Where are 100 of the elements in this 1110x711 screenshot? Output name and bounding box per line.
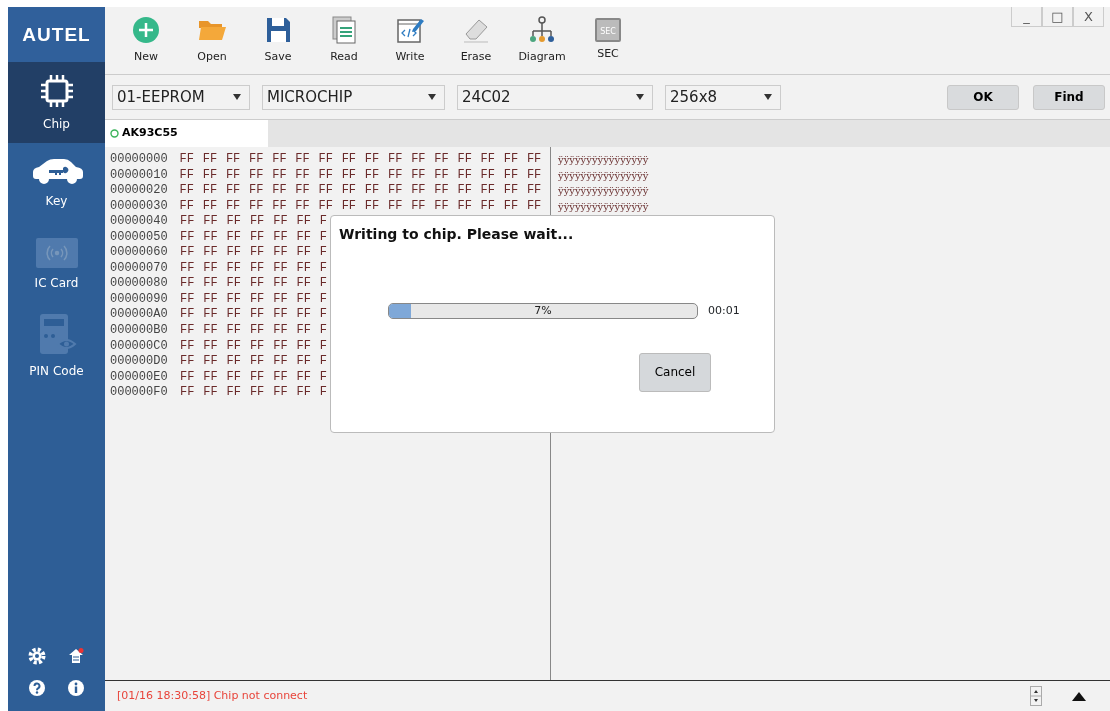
address-text: 000000F0 — [110, 385, 169, 401]
maximize-button[interactable]: □ — [1042, 7, 1073, 27]
hex-byte: FF — [203, 291, 219, 308]
toolbar-button[interactable]: Save — [245, 15, 311, 66]
hex-byte: FF — [387, 167, 404, 184]
hex-byte: FF — [341, 167, 358, 184]
dropdown-field[interactable]: 256x8 — [665, 84, 781, 110]
hex-byte: FF — [180, 338, 196, 355]
hex-byte: FF — [202, 152, 219, 168]
hex-byte: FF — [249, 385, 266, 401]
hex-byte: FF — [318, 152, 334, 168]
spinner-icon[interactable] — [1030, 686, 1042, 706]
hex-byte: FF — [526, 152, 543, 168]
hex-byte: F — [319, 291, 328, 308]
hex-byte: FF — [249, 291, 266, 308]
info-icon[interactable] — [66, 679, 85, 697]
hex-byte: FF — [249, 152, 265, 168]
minimize-button[interactable]: _ — [1011, 7, 1042, 27]
hex-byte: FF — [249, 245, 266, 261]
hex-byte: FF — [318, 198, 334, 215]
ascii-text: ÿÿÿÿÿÿÿÿÿÿÿÿÿÿÿÿ — [558, 184, 650, 199]
hex-byte: FF — [273, 260, 289, 277]
hex-byte: FF — [180, 369, 196, 386]
hex-byte: FF — [434, 198, 450, 215]
toolbar-button[interactable]: Read — [311, 15, 377, 66]
hex-byte: F — [319, 385, 328, 401]
hex-byte: FF — [179, 183, 195, 199]
expand-icon[interactable] — [1072, 691, 1086, 701]
settings-icon[interactable] — [28, 647, 47, 665]
elapsed-time: 00:01 — [708, 303, 740, 319]
hex-byte: FF — [480, 198, 496, 215]
hex-byte: FF — [203, 307, 219, 323]
hex-byte: FF — [226, 291, 242, 308]
hex-byte: FF — [226, 307, 242, 323]
sidebar-item[interactable]: Chip — [8, 62, 105, 143]
hex-byte: FF — [503, 198, 520, 215]
hex-byte: FF — [296, 323, 312, 339]
hex-byte: FF — [364, 167, 381, 184]
hex-byte: FF — [202, 198, 219, 215]
hex-byte: FF — [180, 354, 196, 370]
toolbar-button[interactable]: Erase — [443, 15, 509, 66]
hex-byte: FF — [202, 167, 219, 184]
hex-byte: FF — [273, 338, 289, 355]
hex-byte: F — [319, 214, 328, 230]
hex-byte: FF — [526, 198, 543, 215]
hex-byte: FF — [180, 245, 196, 261]
dropdown-field[interactable]: 24C02 — [457, 84, 653, 110]
hex-byte: FF — [249, 167, 265, 184]
dropdown-field[interactable]: MICROCHIP — [262, 84, 445, 110]
hex-byte: FF — [457, 167, 473, 184]
cancel-button[interactable]: Cancel — [639, 352, 711, 392]
address-text: 00000050 — [110, 229, 169, 246]
action-button[interactable]: Find — [1033, 84, 1105, 110]
hex-byte: FF — [503, 183, 520, 199]
action-button[interactable]: OK — [947, 84, 1019, 110]
hex-byte: FF — [226, 260, 242, 277]
hex-byte: FF — [249, 276, 266, 292]
hex-byte: FF — [179, 198, 195, 215]
hex-byte: FF — [203, 260, 219, 277]
hex-byte: FF — [226, 385, 242, 401]
dropdown-field[interactable]: 01-EEPROM — [112, 84, 250, 110]
close-button[interactable]: X — [1073, 7, 1104, 27]
hex-byte: FF — [249, 323, 266, 339]
address-text: 00000080 — [110, 276, 169, 292]
hex-byte: FF — [295, 183, 311, 199]
help-icon[interactable] — [28, 679, 47, 697]
hex-byte: FF — [249, 354, 266, 370]
address-text: 000000C0 — [110, 338, 169, 355]
hex-byte: FF — [480, 152, 496, 168]
hex-byte: FF — [434, 167, 450, 184]
hex-byte: FF — [226, 323, 242, 339]
hex-byte: FF — [249, 307, 266, 323]
progress-reading: 7% — [533, 304, 553, 319]
hex-byte: FF — [364, 183, 381, 199]
hex-byte: FF — [180, 291, 196, 308]
toolbar-button[interactable]: Write — [377, 15, 443, 66]
address-text: 000000D0 — [110, 354, 169, 370]
hex-byte: FF — [180, 385, 196, 401]
hex-byte: F — [319, 338, 328, 355]
hex-byte: FF — [272, 198, 288, 215]
toolbar-button[interactable]: Diagram — [509, 15, 575, 66]
address-text: 00000020 — [110, 183, 169, 199]
wireless-card-icon — [35, 237, 78, 268]
address-text: 000000A0 — [110, 307, 169, 323]
hex-byte: FF — [203, 338, 219, 355]
hex-byte: FF — [480, 183, 496, 199]
hex-byte: FF — [411, 152, 427, 168]
toolbar-button[interactable]: Open — [179, 15, 245, 66]
sidebar-item[interactable]: Key — [8, 143, 105, 224]
toolbar-button[interactable]: New — [113, 15, 179, 66]
file-tab[interactable]: AK93C55 — [105, 120, 268, 147]
hex-byte: FF — [434, 152, 450, 168]
hex-byte: FF — [503, 167, 520, 184]
address-text: 00000040 — [110, 214, 169, 230]
address-text: 00000010 — [110, 167, 169, 184]
ascii-text: ÿÿÿÿÿÿÿÿÿÿÿÿÿÿÿÿ — [558, 168, 650, 183]
address-text: 000000B0 — [110, 323, 169, 339]
address-text: 00000000 — [110, 152, 169, 168]
toolbar-button[interactable]: SEC SEC — [575, 18, 641, 63]
caret-icon — [428, 94, 436, 100]
